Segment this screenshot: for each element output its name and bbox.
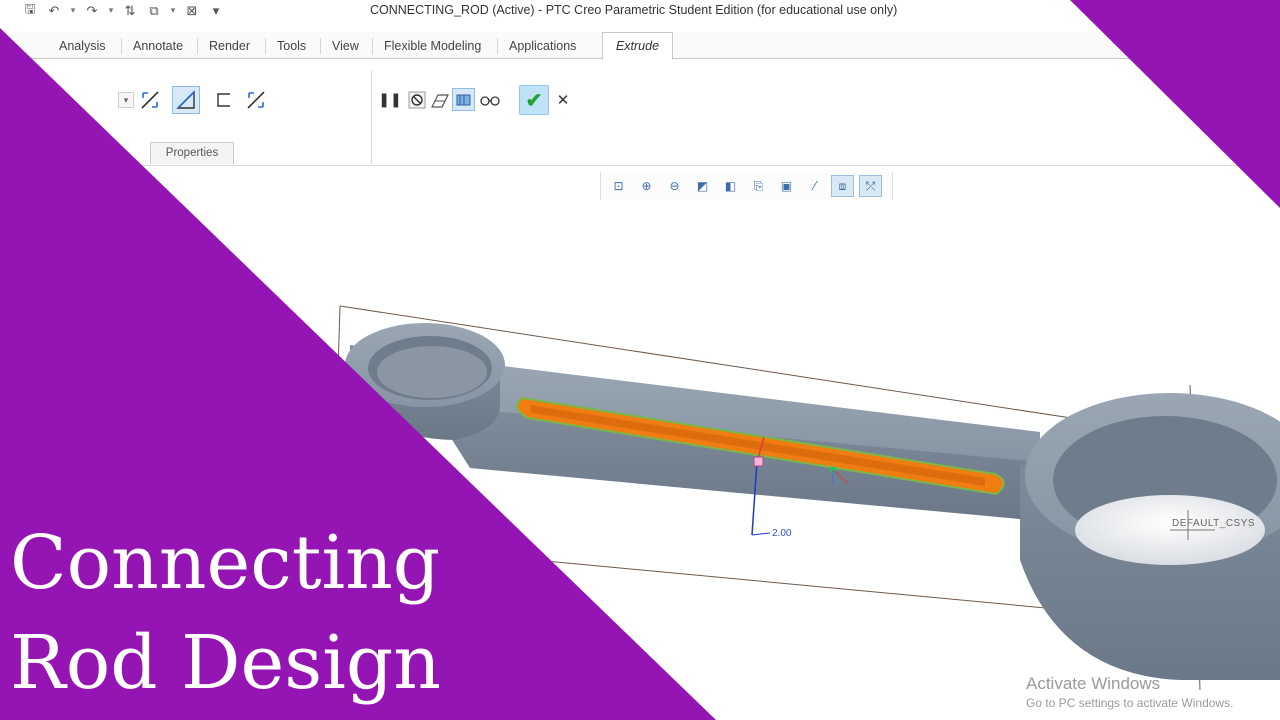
big-end-boss: [1020, 393, 1280, 680]
graphics-viewport[interactable]: 2.00 DEFAULT_CSYS Activate Windows Go to…: [0, 0, 1280, 720]
watermark-subtitle: Go to PC settings to activate Windows.: [1026, 696, 1234, 710]
depth-dimension-label[interactable]: 2.00: [772, 528, 791, 539]
activate-windows-watermark: Activate Windows Go to PC settings to ac…: [1026, 674, 1233, 710]
small-end-boss: [345, 323, 505, 440]
connecting-rod-model[interactable]: [0, 0, 1280, 720]
watermark-title: Activate Windows: [1026, 674, 1161, 693]
csys-label: DEFAULT_CSYS: [1172, 518, 1256, 529]
